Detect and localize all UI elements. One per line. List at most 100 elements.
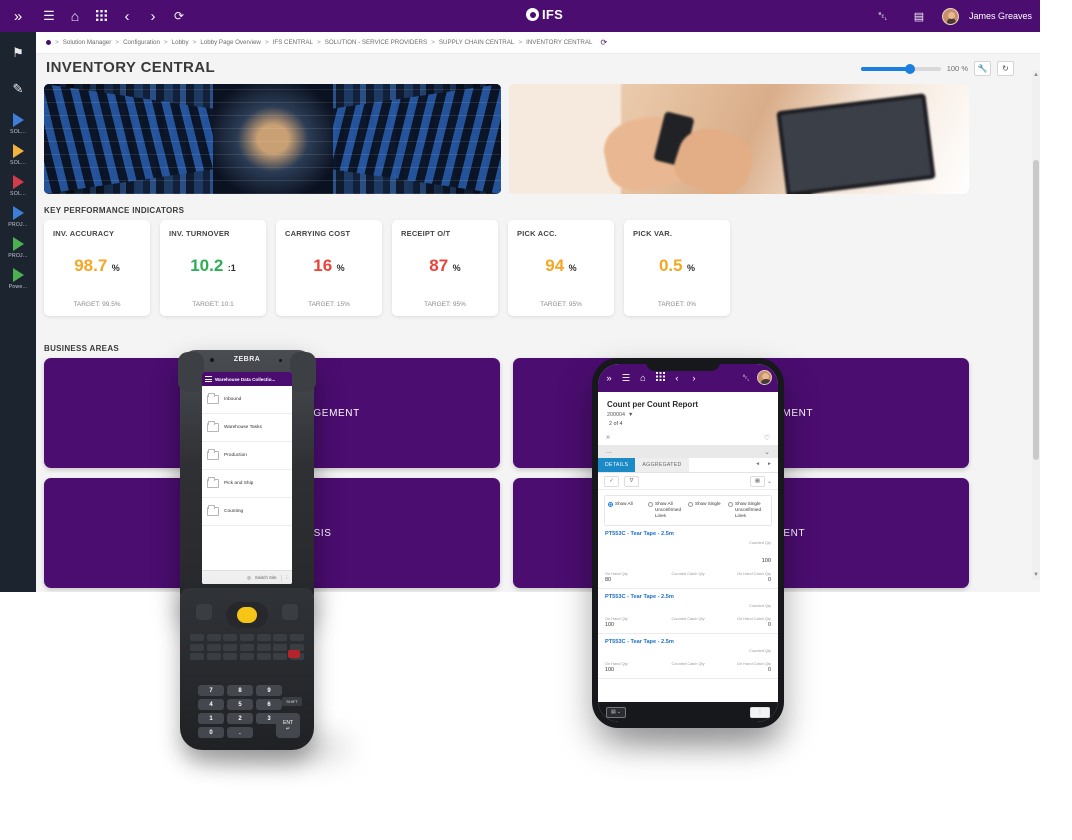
kpi-card-pick-var[interactable]: PICK VAR. 0.5 % TARGET: 0% [624, 220, 730, 316]
zebra-num-key-8[interactable]: 8 [227, 685, 253, 696]
breadcrumb-item-lobby[interactable]: Lobby [172, 39, 189, 46]
expand-chevron-icon[interactable]: » [606, 434, 610, 441]
bookmark-button[interactable]: ⚑ [0, 38, 36, 68]
zebra-key[interactable] [273, 643, 288, 651]
zebra-key[interactable] [190, 634, 205, 641]
breadcrumb-item-solution-manager[interactable]: Solution Manager [63, 39, 112, 46]
scrollbar-thumb[interactable] [1033, 160, 1039, 460]
zebra-key[interactable] [223, 643, 238, 651]
select-check-button[interactable]: ✓ [604, 475, 619, 487]
radio-show-all-unconfirmed-lines[interactable]: Show All Unconfirmed Lines [648, 501, 688, 520]
configure-button[interactable]: 🔧 [974, 61, 991, 76]
favorite-heart-icon[interactable]: ♡ [764, 434, 770, 442]
tab-prev-icon[interactable]: ◄ [755, 461, 760, 467]
zebra-key[interactable] [223, 634, 238, 641]
zebra-num-key-6[interactable]: 6 [256, 699, 282, 710]
menu-icon[interactable]: ☰ [618, 373, 634, 384]
zebra-alpha-keys[interactable] [190, 634, 304, 660]
list-item[interactable]: PT553C - Tear Tape - 2.5m Counted Qty On… [598, 589, 778, 634]
zebra-key[interactable] [206, 653, 221, 660]
kpi-card-receipt-ot[interactable]: RECEIPT O/T 87 % TARGET: 95% [392, 220, 498, 316]
list-item[interactable]: PT553C - Tear Tape - 2.5m Counted Qty 10… [598, 526, 778, 589]
home-icon[interactable]: ⌂ [635, 373, 651, 384]
rail-item-sol-2[interactable]: SOL... [0, 144, 36, 166]
kpi-card-pick-acc[interactable]: PICK ACC. 94 % TARGET: 95% [508, 220, 614, 316]
kpi-card-inv-turnover[interactable]: INV. TURNOVER 10.2 :1 TARGET: 10:1 [160, 220, 266, 316]
tab-details[interactable]: DETAILS [598, 458, 636, 472]
breadcrumb-item-solution-service-providers[interactable]: SOLUTION - SERVICE PROVIDERS [325, 39, 427, 46]
card-icon[interactable]: ▤ [906, 10, 932, 23]
rail-item-sol-3[interactable]: SOL... [0, 175, 36, 197]
phone-view-selector-button[interactable]: ▤ ⌄ [606, 706, 626, 718]
tab-aggregated[interactable]: AGGREGATED [635, 458, 689, 472]
forward-icon[interactable]: › [140, 8, 166, 25]
zebra-key[interactable] [190, 643, 205, 651]
back-icon[interactable]: ‹ [669, 373, 685, 384]
zebra-soft-key-right[interactable] [282, 604, 298, 620]
zebra-menu-item-warehouse-tasks[interactable]: Warehouse Tasks [202, 414, 292, 442]
zoom-slider-knob[interactable] [904, 63, 915, 74]
refresh-icon[interactable]: ⟳ [166, 9, 192, 23]
breadcrumb-home-dot-icon[interactable] [46, 40, 51, 45]
zebra-key[interactable] [239, 643, 255, 651]
expand-chevron-icon[interactable]: » [601, 373, 617, 384]
zebra-menu-item-counting[interactable]: Counting [202, 498, 292, 526]
zebra-enter-key[interactable]: ENT ↵ [276, 713, 300, 738]
zebra-key[interactable] [256, 653, 271, 660]
phone-collapse-bar[interactable]: ... ⌄ [598, 445, 778, 458]
share-button[interactable]: ↻ [997, 61, 1014, 76]
switch-site-button[interactable]: Switch Site [255, 575, 277, 580]
breadcrumb-item-lobby-page-overview[interactable]: Lobby Page Overview [200, 39, 261, 46]
notification-bell-icon[interactable]: ␇ [743, 373, 750, 384]
apps-grid-icon[interactable] [88, 9, 114, 24]
back-icon[interactable]: ‹ [114, 8, 140, 25]
zebra-key[interactable] [239, 634, 255, 641]
tab-next-icon[interactable]: ► [767, 461, 772, 467]
breadcrumb-item-inventory-central[interactable]: INVENTORY CENTRAL [526, 39, 592, 46]
zebra-key[interactable] [223, 653, 238, 660]
view-mode-selector[interactable]: ▦ ⌄ [749, 475, 772, 487]
zebra-key[interactable] [206, 643, 221, 651]
radio-show-all[interactable]: Show All [608, 501, 648, 520]
vertical-scrollbar[interactable]: ▲ ▼ [1032, 70, 1040, 580]
kpi-card-inv-accuracy[interactable]: INV. ACCURACY 98.7 % TARGET: 99.5% [44, 220, 150, 316]
menu-icon[interactable]: ☰ [36, 8, 62, 24]
zebra-key[interactable] [206, 634, 221, 641]
phone-record-selector[interactable]: 200004 ▼ [607, 412, 778, 418]
rail-item-proj-1[interactable]: PROJ... [0, 206, 36, 228]
avatar[interactable] [757, 370, 772, 385]
zebra-num-key-4[interactable]: 4 [198, 699, 224, 710]
rail-expand-button[interactable]: » [0, 0, 36, 32]
zebra-dpad[interactable] [226, 602, 268, 628]
home-icon[interactable]: ⌂ [62, 8, 88, 24]
radio-show-single-unconfirmed-lines[interactable]: Show Single Unconfirmed Lines [728, 501, 768, 520]
zebra-num-key-dot[interactable]: . [227, 727, 253, 738]
zebra-soft-key-left[interactable] [196, 604, 212, 620]
zebra-num-key-1[interactable]: 1 [198, 713, 224, 724]
zebra-num-key-7[interactable]: 7 [198, 685, 224, 696]
scroll-up-arrow-icon[interactable]: ▲ [1033, 72, 1039, 78]
phone-more-options-button[interactable]: ⋮ [750, 706, 770, 718]
zebra-key[interactable] [239, 653, 255, 660]
avatar[interactable] [941, 7, 959, 25]
zebra-key[interactable] [273, 634, 288, 641]
zebra-shift-key[interactable]: SHIFT [282, 697, 302, 706]
notification-bell-icon[interactable]: ␇ [870, 9, 896, 24]
zebra-num-key-9[interactable]: 9 [256, 685, 282, 696]
zebra-more-icon[interactable]: ⋮ [280, 574, 289, 581]
rail-item-proj-2[interactable]: PROJ... [0, 237, 36, 259]
zebra-num-key-5[interactable]: 5 [227, 699, 253, 710]
rail-item-power[interactable]: Powe... [0, 268, 36, 290]
scroll-down-arrow-icon[interactable]: ▼ [1033, 572, 1039, 578]
zebra-key[interactable] [289, 634, 304, 641]
radio-show-single[interactable]: Show Single [688, 501, 728, 520]
edit-button[interactable]: ✎ [0, 74, 36, 104]
breadcrumb-refresh-icon[interactable]: ⟳ [600, 38, 607, 47]
rail-item-sol-1[interactable]: SOL... [0, 113, 36, 135]
zebra-key[interactable] [190, 653, 205, 660]
breadcrumb-item-supply-chain-central[interactable]: SUPPLY CHAIN CENTRAL [439, 39, 514, 46]
zebra-key[interactable] [273, 653, 288, 660]
hamburger-menu-icon[interactable] [205, 376, 212, 382]
filter-button[interactable]: ∇ [624, 475, 639, 487]
apps-grid-icon[interactable] [652, 372, 668, 384]
